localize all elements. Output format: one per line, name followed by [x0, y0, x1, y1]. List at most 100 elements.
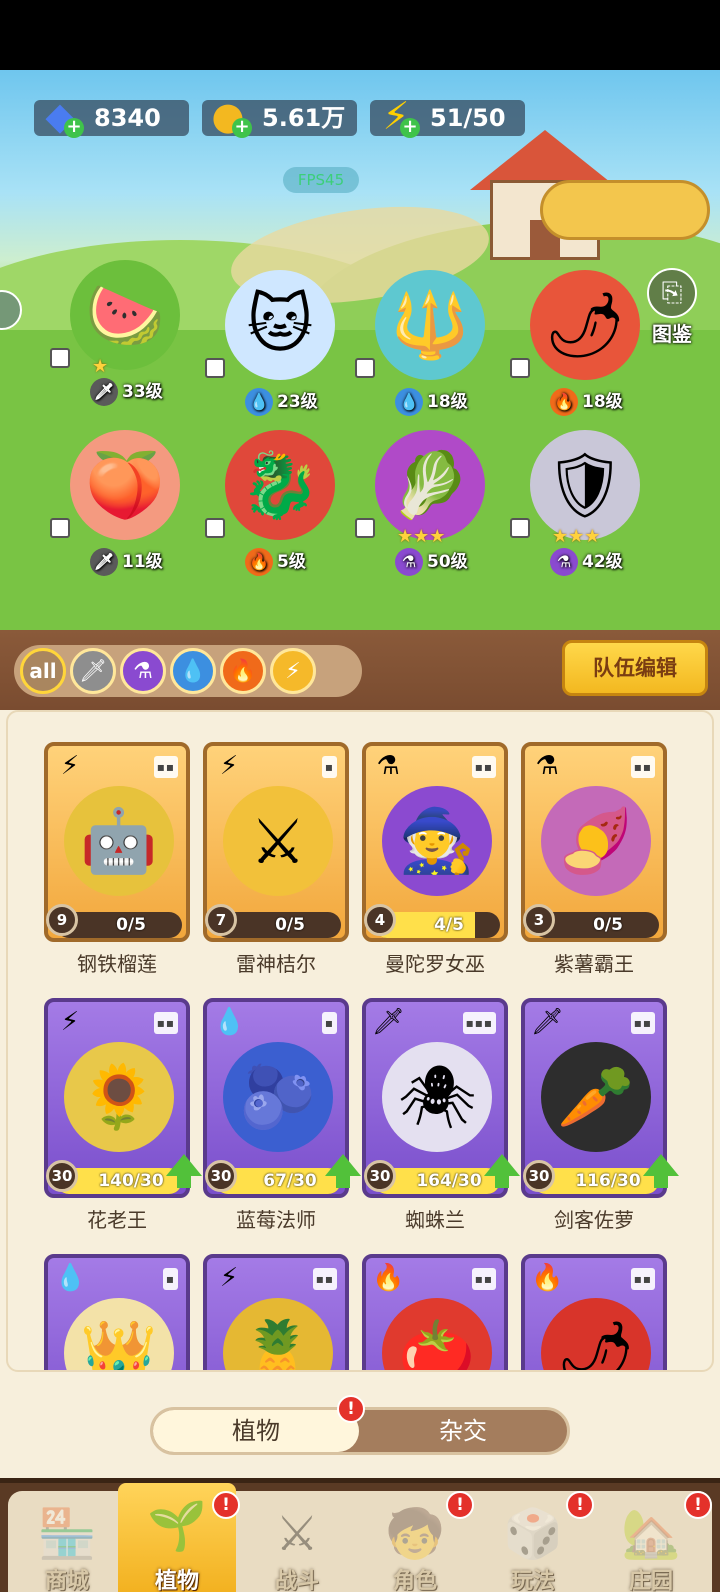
- card-name: 紫薯霸王: [554, 952, 634, 976]
- gameplay-icon: 🎲: [503, 1506, 563, 1562]
- slot-icon: ▪▪: [630, 756, 655, 778]
- slot-icon: ▪▪: [630, 1012, 655, 1034]
- slot-icon: [355, 358, 375, 378]
- potion-icon: ⚗: [550, 548, 578, 576]
- hero-level: 💧 23级: [245, 388, 324, 416]
- tab-hybrid[interactable]: 杂交: [359, 1410, 567, 1452]
- plant-card[interactable]: 👑 💧 ▪: [44, 1254, 190, 1370]
- energy-counter[interactable]: ⚡ + 51/50: [370, 97, 525, 138]
- slot-icon: [355, 518, 375, 538]
- card-portrait: 🫐: [223, 1042, 333, 1152]
- fps-indicator: FPS45: [283, 167, 359, 193]
- upgrade-arrow-icon[interactable]: [643, 1154, 679, 1188]
- plants-icon: 🌱: [147, 1498, 207, 1554]
- plant-card[interactable]: 🌻 ⚡ ▪▪ 140/30 30: [44, 998, 202, 1198]
- card-name: 蓝莓法师: [236, 1208, 316, 1232]
- character-icon: 🧒: [385, 1506, 445, 1562]
- card-name: 蜘蛛兰: [405, 1208, 465, 1232]
- sword-filter-icon[interactable]: 🗡: [70, 648, 116, 694]
- plant-card[interactable]: 🍍 ⚡ ▪▪: [203, 1254, 349, 1370]
- lightning-icon: ⚡: [219, 1263, 239, 1293]
- slot-icon: ▪▪: [630, 1268, 655, 1290]
- water-icon: 💧: [54, 1263, 87, 1293]
- team-hero[interactable]: 🍑 🗡 11级: [50, 430, 200, 590]
- card-portrait: ⚔: [223, 786, 333, 896]
- team-hero[interactable]: 🍉 ★ 🗡 33级: [50, 260, 200, 420]
- card-name: 曼陀罗女巫: [385, 952, 485, 976]
- gem-counter[interactable]: ◆ + 8340: [34, 97, 189, 138]
- team-hero[interactable]: 🐱 💧 23级: [205, 270, 355, 430]
- tab-plants[interactable]: 植物: [153, 1410, 359, 1452]
- plant-card[interactable]: 🌶 🔥 ▪▪: [521, 1254, 667, 1370]
- plant-card[interactable]: ⚔ ⚡ ▪ 0/5 7: [203, 742, 349, 942]
- card-portrait: 🤖: [64, 786, 174, 896]
- hero-level: ⚗ 50级: [395, 548, 474, 576]
- alert-icon: !: [337, 1395, 365, 1423]
- fire-icon: 🔥: [372, 1263, 405, 1293]
- hero-level: 🔥 5级: [245, 548, 312, 576]
- card-portrait: 🍅: [382, 1298, 492, 1370]
- team-hero[interactable]: 🥬 ★★★ ⚗ 50级: [355, 430, 505, 590]
- upgrade-arrow-icon[interactable]: [325, 1154, 361, 1188]
- team-hero[interactable]: 🛡 ★★★ ⚗ 42级: [510, 430, 660, 590]
- slot-icon: ▪: [162, 1268, 178, 1290]
- hero-portrait: 🐉: [225, 430, 335, 540]
- slot-icon: ▪: [321, 1012, 337, 1034]
- upgrade-arrow-icon[interactable]: [484, 1154, 520, 1188]
- plant-card[interactable]: 🧙 ⚗ ▪▪ 4/5 4: [362, 742, 508, 942]
- plus-icon[interactable]: +: [400, 118, 420, 138]
- hero-portrait: 🛡: [530, 430, 640, 540]
- hero-portrait: 🔱: [375, 270, 485, 380]
- filter-bar: all 🗡 ⚗ 💧 🔥 ⚡ 队伍编辑: [0, 630, 720, 710]
- slot-icon: ▪▪: [471, 1268, 496, 1290]
- plant-card[interactable]: 🥕 🗡 ▪▪ 116/30 30: [521, 998, 679, 1198]
- card-portrait: 👑: [64, 1298, 174, 1370]
- plant-card[interactable]: 🫐 💧 ▪ 67/30 30: [203, 998, 361, 1198]
- water-icon: 💧: [395, 388, 423, 416]
- potion-icon: ⚗: [395, 548, 423, 576]
- slot-icon: [50, 348, 70, 368]
- plant-card[interactable]: 🕷 🗡 ▪▪▪ 164/30 30: [362, 998, 520, 1198]
- upgrade-arrow-icon[interactable]: [166, 1154, 202, 1188]
- nav-battle[interactable]: ⚔ 战斗: [238, 1491, 356, 1592]
- plus-icon[interactable]: +: [64, 118, 84, 138]
- plant-card[interactable]: 🍠 ⚗ ▪▪ 0/5 3: [521, 742, 667, 942]
- level-badge: 9: [46, 904, 78, 936]
- card-portrait: 🌻: [64, 1042, 174, 1152]
- water-filter-icon[interactable]: 💧: [170, 648, 216, 694]
- plant-card[interactable]: 🤖 ⚡ ▪▪ 0/5 9: [44, 742, 190, 942]
- lightning-filter-icon[interactable]: ⚡: [270, 648, 316, 694]
- card-name: 钢铁榴莲: [77, 952, 157, 976]
- team-hero[interactable]: 🐉 🔥 5级: [205, 430, 355, 590]
- coin-counter[interactable]: ● + 5.61万: [202, 97, 357, 138]
- plant-card[interactable]: 🍅 🔥 ▪▪: [362, 1254, 508, 1370]
- hero-portrait: 🥬: [375, 430, 485, 540]
- nav-shop[interactable]: 🏪 商城: [8, 1491, 126, 1592]
- level-badge: 7: [205, 904, 237, 936]
- hero-portrait: 🍑: [70, 430, 180, 540]
- hay-bale: [540, 180, 710, 240]
- slot-icon: [510, 358, 530, 378]
- hero-portrait: 🌶: [530, 270, 640, 380]
- fire-filter-icon[interactable]: 🔥: [220, 648, 266, 694]
- card-grid[interactable]: 🤖 ⚡ ▪▪ 0/5 9 钢铁榴莲 ⚔ ⚡ ▪ 0/5 7 雷神桔尔 🧙 ⚗ ▪…: [6, 710, 714, 1372]
- battle-icon: ⚔: [275, 1506, 319, 1562]
- team-hero[interactable]: 🌶 🔥 18级: [510, 270, 660, 430]
- card-portrait: 🕷: [382, 1042, 492, 1152]
- level-badge: 30: [46, 1160, 78, 1192]
- sword-icon: 🗡: [372, 1007, 406, 1037]
- fire-icon: 🔥: [245, 548, 273, 576]
- hero-level: 🔥 18级: [550, 388, 629, 416]
- team-hero[interactable]: 🔱 💧 18级: [355, 270, 505, 430]
- level-badge: 30: [205, 1160, 237, 1192]
- slot-icon: ▪: [321, 756, 337, 778]
- card-portrait: 🥕: [541, 1042, 651, 1152]
- hero-level: 🗡 11级: [90, 548, 169, 576]
- fire-icon: 🔥: [550, 388, 578, 416]
- potion-filter-icon[interactable]: ⚗: [120, 648, 166, 694]
- team-edit-button[interactable]: 队伍编辑: [562, 640, 708, 696]
- plus-icon[interactable]: +: [232, 118, 252, 138]
- card-name: 雷神桔尔: [236, 952, 316, 976]
- slot-icon: ▪▪: [153, 1012, 178, 1034]
- filter-all[interactable]: all: [20, 648, 66, 694]
